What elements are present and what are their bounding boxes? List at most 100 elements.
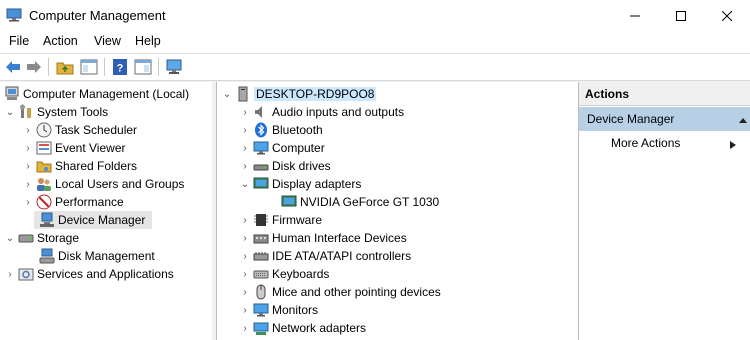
help-icon[interactable]: ? bbox=[111, 58, 129, 76]
device-manager-icon bbox=[39, 212, 55, 228]
tree-item-task-scheduler[interactable]: › Task Scheduler bbox=[22, 121, 137, 139]
storage-icon bbox=[18, 230, 34, 246]
device-category-display-adapters[interactable]: ⌄ Display adapters bbox=[239, 175, 362, 193]
maximize-icon bbox=[676, 10, 686, 21]
chevron-right-icon[interactable]: › bbox=[239, 121, 251, 139]
menu-action[interactable]: Action bbox=[43, 34, 78, 48]
tree-item-services[interactable]: › Services and Applications bbox=[4, 265, 173, 283]
hid-icon bbox=[253, 230, 269, 246]
device-category-keyboards[interactable]: › Keyboards bbox=[239, 265, 329, 283]
show-hide-tree-icon[interactable] bbox=[80, 58, 98, 76]
close-button[interactable] bbox=[704, 0, 750, 31]
device-category-audio[interactable]: › Audio inputs and outputs bbox=[239, 103, 404, 121]
title-bar: Computer Management bbox=[0, 0, 750, 31]
maximize-button[interactable] bbox=[658, 0, 704, 31]
services-icon bbox=[18, 266, 34, 282]
device-item-gpu[interactable]: NVIDIA GeForce GT 1030 bbox=[275, 193, 439, 211]
chevron-right-icon[interactable]: › bbox=[239, 103, 251, 121]
tree-item-label: Device Manager bbox=[58, 213, 146, 227]
device-category-computer[interactable]: › Computer bbox=[239, 139, 325, 157]
chevron-right-icon[interactable]: › bbox=[22, 193, 34, 211]
device-tree: ⌄ DESKTOP-RD9POO8 › Audio inputs and out… bbox=[216, 82, 578, 340]
chevron-down-icon[interactable]: ⌄ bbox=[239, 175, 251, 193]
graphics-card-icon bbox=[281, 194, 297, 210]
triangle-right-icon[interactable] bbox=[729, 141, 737, 149]
device-category-label: Display adapters bbox=[272, 177, 362, 191]
chevron-down-icon[interactable]: ⌄ bbox=[4, 229, 16, 247]
computer-root-icon bbox=[235, 86, 251, 102]
chevron-right-icon[interactable]: › bbox=[22, 121, 34, 139]
tree-item-shared-folders[interactable]: › Shared Folders bbox=[22, 157, 137, 175]
device-category-label: Network adapters bbox=[272, 321, 367, 335]
tree-item-local-users[interactable]: › Local Users and Groups bbox=[22, 175, 184, 193]
actions-section-device-manager[interactable]: Device Manager bbox=[579, 107, 750, 131]
tree-item-label: Disk Management bbox=[58, 249, 155, 263]
device-category-hid[interactable]: › Human Interface Devices bbox=[239, 229, 406, 247]
device-category-label: IDE ATA/ATAPI controllers bbox=[272, 249, 412, 263]
device-category-firmware[interactable]: › Firmware bbox=[239, 211, 322, 229]
tree-item-disk-management[interactable]: Disk Management bbox=[34, 247, 155, 265]
chip-icon bbox=[253, 212, 269, 228]
clock-icon bbox=[36, 122, 52, 138]
tree-item-system-tools[interactable]: ⌄ System Tools bbox=[4, 103, 108, 121]
properties-pane-icon[interactable] bbox=[134, 58, 152, 76]
menu-file[interactable]: File bbox=[9, 34, 29, 48]
ide-controller-icon bbox=[253, 248, 269, 264]
tree-item-event-viewer[interactable]: › Event Viewer bbox=[22, 139, 125, 157]
chevron-right-icon[interactable]: › bbox=[22, 139, 34, 157]
computer-management-icon bbox=[6, 8, 22, 22]
chevron-right-icon[interactable]: › bbox=[239, 157, 251, 175]
more-actions-link[interactable]: More Actions bbox=[611, 136, 680, 150]
tree-item-label: Task Scheduler bbox=[55, 123, 138, 137]
device-category-ide[interactable]: › IDE ATA/ATAPI controllers bbox=[239, 247, 411, 265]
svg-text:?: ? bbox=[117, 63, 124, 75]
device-category-bluetooth[interactable]: › Bluetooth bbox=[239, 121, 323, 139]
tree-item-performance[interactable]: › Performance bbox=[22, 193, 124, 211]
chevron-right-icon[interactable]: › bbox=[239, 283, 251, 301]
minimize-button[interactable] bbox=[612, 0, 658, 31]
tree-root[interactable]: Computer Management (Local) bbox=[0, 85, 189, 103]
device-category-label: Monitors bbox=[272, 303, 319, 317]
forward-arrow-icon[interactable] bbox=[25, 58, 43, 76]
chevron-right-icon[interactable]: › bbox=[239, 211, 251, 229]
device-item-label: NVIDIA GeForce GT 1030 bbox=[300, 195, 440, 209]
scan-hardware-icon[interactable] bbox=[165, 58, 183, 76]
chevron-right-icon[interactable]: › bbox=[239, 301, 251, 319]
tree-item-storage[interactable]: ⌄ Storage bbox=[4, 229, 79, 247]
device-category-mice[interactable]: › Mice and other pointing devices bbox=[239, 283, 441, 301]
display-adapter-icon bbox=[253, 176, 269, 192]
chevron-right-icon[interactable]: › bbox=[239, 319, 251, 337]
bluetooth-icon bbox=[253, 122, 269, 138]
tree-root-label: Computer Management (Local) bbox=[23, 87, 190, 101]
monitor-icon bbox=[253, 302, 269, 318]
menu-help[interactable]: Help bbox=[135, 34, 161, 48]
menu-view[interactable]: View bbox=[94, 34, 121, 48]
mouse-icon bbox=[253, 284, 269, 300]
tools-icon bbox=[18, 104, 34, 120]
chevron-right-icon[interactable]: › bbox=[239, 265, 251, 283]
actions-section-label: Device Manager bbox=[587, 112, 675, 126]
device-category-monitors[interactable]: › Monitors bbox=[239, 301, 318, 319]
chevron-right-icon[interactable]: › bbox=[239, 139, 251, 157]
device-category-disk-drives[interactable]: › Disk drives bbox=[239, 157, 330, 175]
chevron-right-icon[interactable]: › bbox=[22, 175, 34, 193]
shared-folder-icon bbox=[36, 158, 52, 174]
up-folder-icon[interactable] bbox=[56, 58, 74, 76]
device-category-label: Mice and other pointing devices bbox=[272, 285, 441, 299]
device-category-label: Firmware bbox=[272, 213, 322, 227]
monitor-icon bbox=[253, 140, 269, 156]
back-arrow-icon[interactable] bbox=[4, 58, 22, 76]
device-category-label: Computer bbox=[272, 141, 325, 155]
actions-header: Actions bbox=[579, 82, 750, 106]
chevron-right-icon[interactable]: › bbox=[22, 157, 34, 175]
device-category-network[interactable]: › Network adapters bbox=[239, 319, 366, 337]
chevron-down-icon[interactable]: ⌄ bbox=[221, 85, 233, 103]
device-category-label: Keyboards bbox=[272, 267, 330, 281]
tree-item-device-manager[interactable]: Device Manager bbox=[34, 211, 152, 229]
chevron-right-icon[interactable]: › bbox=[239, 247, 251, 265]
device-tree-root[interactable]: ⌄ DESKTOP-RD9POO8 bbox=[221, 85, 377, 103]
triangle-up-icon[interactable] bbox=[739, 116, 747, 124]
chevron-right-icon[interactable]: › bbox=[4, 265, 16, 283]
chevron-right-icon[interactable]: › bbox=[239, 229, 251, 247]
chevron-down-icon[interactable]: ⌄ bbox=[4, 103, 16, 121]
